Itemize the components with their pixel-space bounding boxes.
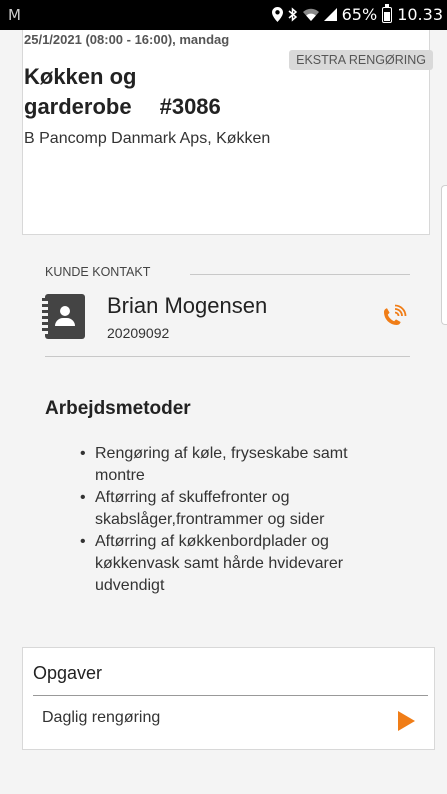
methods-list: Rengøring af køle, fryseskabe samt montr… <box>80 443 400 597</box>
task-row[interactable]: Daglig rengøring <box>23 696 434 746</box>
signal-icon <box>323 8 337 21</box>
battery-icon <box>382 3 393 23</box>
contact-phone: 20209092 <box>107 325 170 341</box>
play-icon[interactable] <box>398 711 415 731</box>
job-title-text: Køkken og garderobe <box>24 64 137 119</box>
contact-divider <box>190 274 410 275</box>
methods-item: Aftørring af skuffefronter og skabslåger… <box>80 487 400 531</box>
contact-bottom-divider <box>45 356 410 357</box>
methods-item: Rengøring af køle, fryseskabe samt montr… <box>80 443 400 487</box>
tasks-card: Opgaver Daglig rengøring <box>22 647 435 750</box>
notification-icon: M <box>8 6 21 24</box>
wifi-icon <box>302 8 319 21</box>
job-title: Køkken og garderobe #3086 <box>24 62 254 122</box>
job-number: #3086 <box>159 94 221 119</box>
job-location: B Pancomp Danmark Aps, Køkken <box>24 130 271 147</box>
methods-title: Arbejdsmetoder <box>45 398 191 419</box>
status-time: 10.33 <box>397 5 443 24</box>
contact-section-label: KUNDE KONTAKT <box>45 265 151 279</box>
location-icon <box>271 7 283 22</box>
job-type-badge: EKSTRA RENGØRING <box>289 50 433 70</box>
status-bar: M 65% 10.33 <box>0 0 447 30</box>
tasks-title: Opgaver <box>33 663 103 683</box>
call-button[interactable] <box>378 303 408 333</box>
contact-name: Brian Mogensen <box>107 293 268 318</box>
side-drawer-handle[interactable] <box>441 185 447 325</box>
battery-percent: 65% <box>341 5 378 24</box>
status-bar-right: 65% 10.33 <box>271 3 443 24</box>
bluetooth-icon <box>288 7 298 22</box>
contact-book-icon <box>42 294 85 339</box>
phone-call-icon <box>384 304 407 325</box>
job-date: 25/1/2021 (08:00 - 16:00), mandag <box>24 32 230 47</box>
methods-item: Aftørring af køkkenbordplader og køkkenv… <box>80 531 400 597</box>
task-label: Daglig rengøring <box>42 709 161 726</box>
